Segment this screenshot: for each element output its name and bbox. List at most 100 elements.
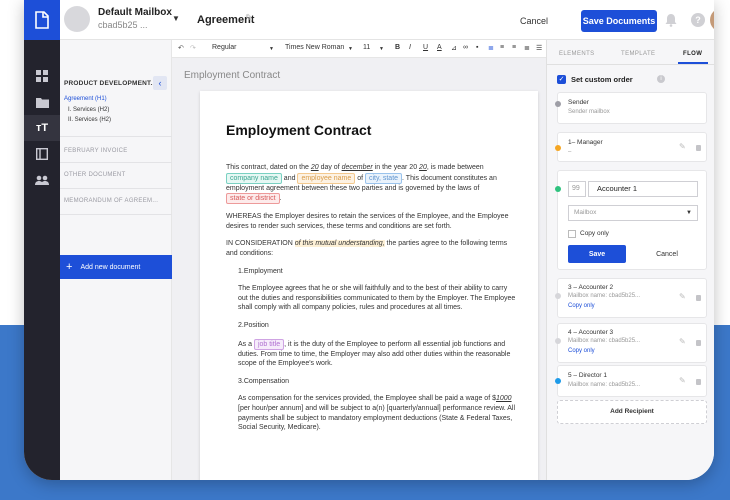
recipient-card-accounter-2[interactable]: 3 – Accounter 2 Mailbox name: cbad5b25..… xyxy=(555,278,707,318)
layout-icon[interactable] xyxy=(33,146,51,162)
consideration-paragraph[interactable]: IN CONSIDERATION of this mutual understa… xyxy=(226,239,516,258)
edit-icon[interactable]: ✎ xyxy=(679,376,686,385)
chevron-down-icon[interactable]: ▼ xyxy=(379,46,384,52)
month-field[interactable]: december xyxy=(342,164,373,171)
document-title-heading[interactable]: Employment Contract xyxy=(226,121,516,139)
section-3-text[interactable]: As compensation for the services provide… xyxy=(226,394,516,432)
state-district-field[interactable]: state or district xyxy=(226,193,280,205)
doc-item-invoice[interactable]: FEBRUARY INVOICE xyxy=(64,148,128,154)
add-recipient-button[interactable]: Add Recipient xyxy=(557,400,707,424)
mailbox-selector[interactable]: Default Mailbox cbad5b25 ... xyxy=(64,6,172,32)
divider xyxy=(60,214,172,215)
redo-icon[interactable]: ↷ xyxy=(190,44,196,52)
trash-icon[interactable] xyxy=(696,295,701,301)
italic-button[interactable]: I xyxy=(409,44,411,51)
dashboard-icon[interactable] xyxy=(33,68,51,84)
intro-paragraph[interactable]: This contract, dated on the 20 day of de… xyxy=(226,163,516,205)
cancel-button[interactable]: Cancel xyxy=(638,245,696,263)
tab-flow[interactable]: FLOW xyxy=(683,51,702,57)
edit-icon[interactable]: ✎ xyxy=(679,292,686,301)
section-1-title[interactable]: 1.Employment xyxy=(226,267,516,277)
app-window: Default Mailbox cbad5b25 ... ▼ Agreement… xyxy=(24,0,714,480)
wage-field[interactable]: 1000 xyxy=(496,395,512,402)
document-page[interactable]: Employment Contract This contract, dated… xyxy=(200,91,538,480)
bold-button[interactable]: B xyxy=(395,44,400,51)
company-name-field[interactable]: company name xyxy=(226,172,282,184)
folder-icon[interactable] xyxy=(33,94,51,110)
order-number-input[interactable]: 99 xyxy=(568,181,586,197)
job-title-field[interactable]: job title xyxy=(253,338,285,350)
mailbox-avatar xyxy=(64,6,90,32)
bell-icon[interactable] xyxy=(665,13,677,32)
users-icon[interactable] xyxy=(33,172,51,188)
section-2-title[interactable]: 2.Position xyxy=(226,321,516,331)
recipient-name-input[interactable]: Accounter 1 xyxy=(588,181,698,197)
tab-elements[interactable]: ELEMENTS xyxy=(559,51,595,57)
year-field[interactable]: 20 xyxy=(419,164,427,171)
font-size-select[interactable]: 11 xyxy=(363,44,370,51)
doc-item-memorandum[interactable]: MEMORANDUM OF AGREEM... xyxy=(64,198,158,204)
recipient-card-director-1[interactable]: 5 – Director 1 Mailbox name: cbad5b25...… xyxy=(555,365,707,397)
format-toolbar: ↶ ↷ Regular ▼ Times New Roman ▼ 11 ▼ B I… xyxy=(172,40,546,58)
section-title[interactable]: PRODUCT DEVELOPMENT... xyxy=(64,80,157,87)
align-center-icon[interactable]: ≡ xyxy=(500,44,504,51)
copy-only-checkbox[interactable] xyxy=(568,230,576,238)
bullet-list-icon[interactable]: ☰ xyxy=(536,44,542,52)
chevron-left-icon[interactable]: ‹ xyxy=(153,76,167,90)
custom-order-checkbox[interactable]: ✓ xyxy=(557,75,566,84)
section-3-title[interactable]: 3.Compensation xyxy=(226,377,516,387)
day-field[interactable]: 20 xyxy=(311,164,319,171)
add-new-document-button[interactable]: + Add new document xyxy=(60,255,172,279)
justify-icon[interactable]: ≣ xyxy=(524,44,530,52)
underline-button[interactable]: U xyxy=(423,44,428,51)
chevron-down-icon[interactable]: ▼ xyxy=(269,46,274,52)
doc-item-other[interactable]: OTHER DOCUMENT xyxy=(64,172,126,178)
link-icon[interactable]: ∞ xyxy=(463,44,468,51)
info-icon[interactable]: i xyxy=(657,75,665,83)
cancel-button[interactable]: Cancel xyxy=(502,10,566,32)
status-dot xyxy=(555,293,561,299)
employee-name-field[interactable]: employee name xyxy=(297,172,356,184)
highlighted-text[interactable]: of this mutual understanding, xyxy=(294,240,385,248)
text-tool-icon[interactable]: тT xyxy=(33,120,51,136)
font-color-button[interactable]: A xyxy=(437,44,442,51)
user-avatar[interactable] xyxy=(710,8,714,32)
paragraph-style-select[interactable]: Regular xyxy=(212,44,237,51)
mailbox-select[interactable]: Mailbox ▼ xyxy=(568,205,698,221)
save-documents-button[interactable]: Save Documents xyxy=(581,10,657,32)
trash-icon[interactable] xyxy=(696,340,701,346)
font-family-select[interactable]: Times New Roman xyxy=(285,44,344,51)
image-icon[interactable]: ▪ xyxy=(476,44,478,51)
help-icon[interactable]: ? xyxy=(691,13,705,27)
recipient-title: 3 – Accounter 2 xyxy=(568,284,614,291)
section-2-text[interactable]: As a job title, it is the duty of the Em… xyxy=(226,338,516,369)
outline-item-agreement[interactable]: Agreement (H1) xyxy=(64,96,107,102)
chevron-down-icon[interactable]: ▼ xyxy=(348,46,353,52)
status-dot xyxy=(555,186,561,192)
recipient-card-manager[interactable]: 1– Manager – ✎ xyxy=(555,132,707,162)
trash-icon[interactable] xyxy=(696,379,701,385)
tab-template[interactable]: TEMPLATE xyxy=(621,51,655,57)
edit-icon[interactable]: ✎ xyxy=(679,337,686,346)
align-left-icon[interactable]: ≣ xyxy=(488,44,494,52)
outline-item-services-1[interactable]: I. Services (H2) xyxy=(68,107,109,113)
align-right-icon[interactable]: ≡ xyxy=(512,44,516,51)
recipient-title: 1– Manager xyxy=(568,139,603,146)
save-button[interactable]: Save xyxy=(568,245,626,263)
recipient-mailbox: Mailbox name: cbad5b25... xyxy=(568,293,641,299)
divider xyxy=(60,136,172,137)
highlight-icon[interactable]: ⊿ xyxy=(451,44,457,52)
chevron-down-icon: ▼ xyxy=(686,210,692,216)
recipient-card-accounter-3[interactable]: 4 – Accounter 3 Mailbox name: cbad5b25..… xyxy=(555,323,707,363)
edit-icon[interactable]: ✎ xyxy=(679,142,686,151)
sender-card[interactable]: Sender Sender mailbox xyxy=(555,92,707,124)
city-state-field[interactable]: city, state xyxy=(364,172,403,184)
rename-pencil-icon[interactable]: ✎ xyxy=(245,13,253,24)
trash-icon[interactable] xyxy=(696,145,701,151)
undo-icon[interactable]: ↶ xyxy=(178,44,184,52)
section-1-text[interactable]: The Employee agrees that he or she will … xyxy=(226,284,516,313)
chevron-down-icon[interactable]: ▼ xyxy=(172,14,180,23)
outline-item-services-2[interactable]: II. Services (H2) xyxy=(68,117,111,123)
document-logo-icon[interactable] xyxy=(24,0,60,40)
whereas-paragraph[interactable]: WHEREAS the Employer desires to retain t… xyxy=(226,212,516,231)
